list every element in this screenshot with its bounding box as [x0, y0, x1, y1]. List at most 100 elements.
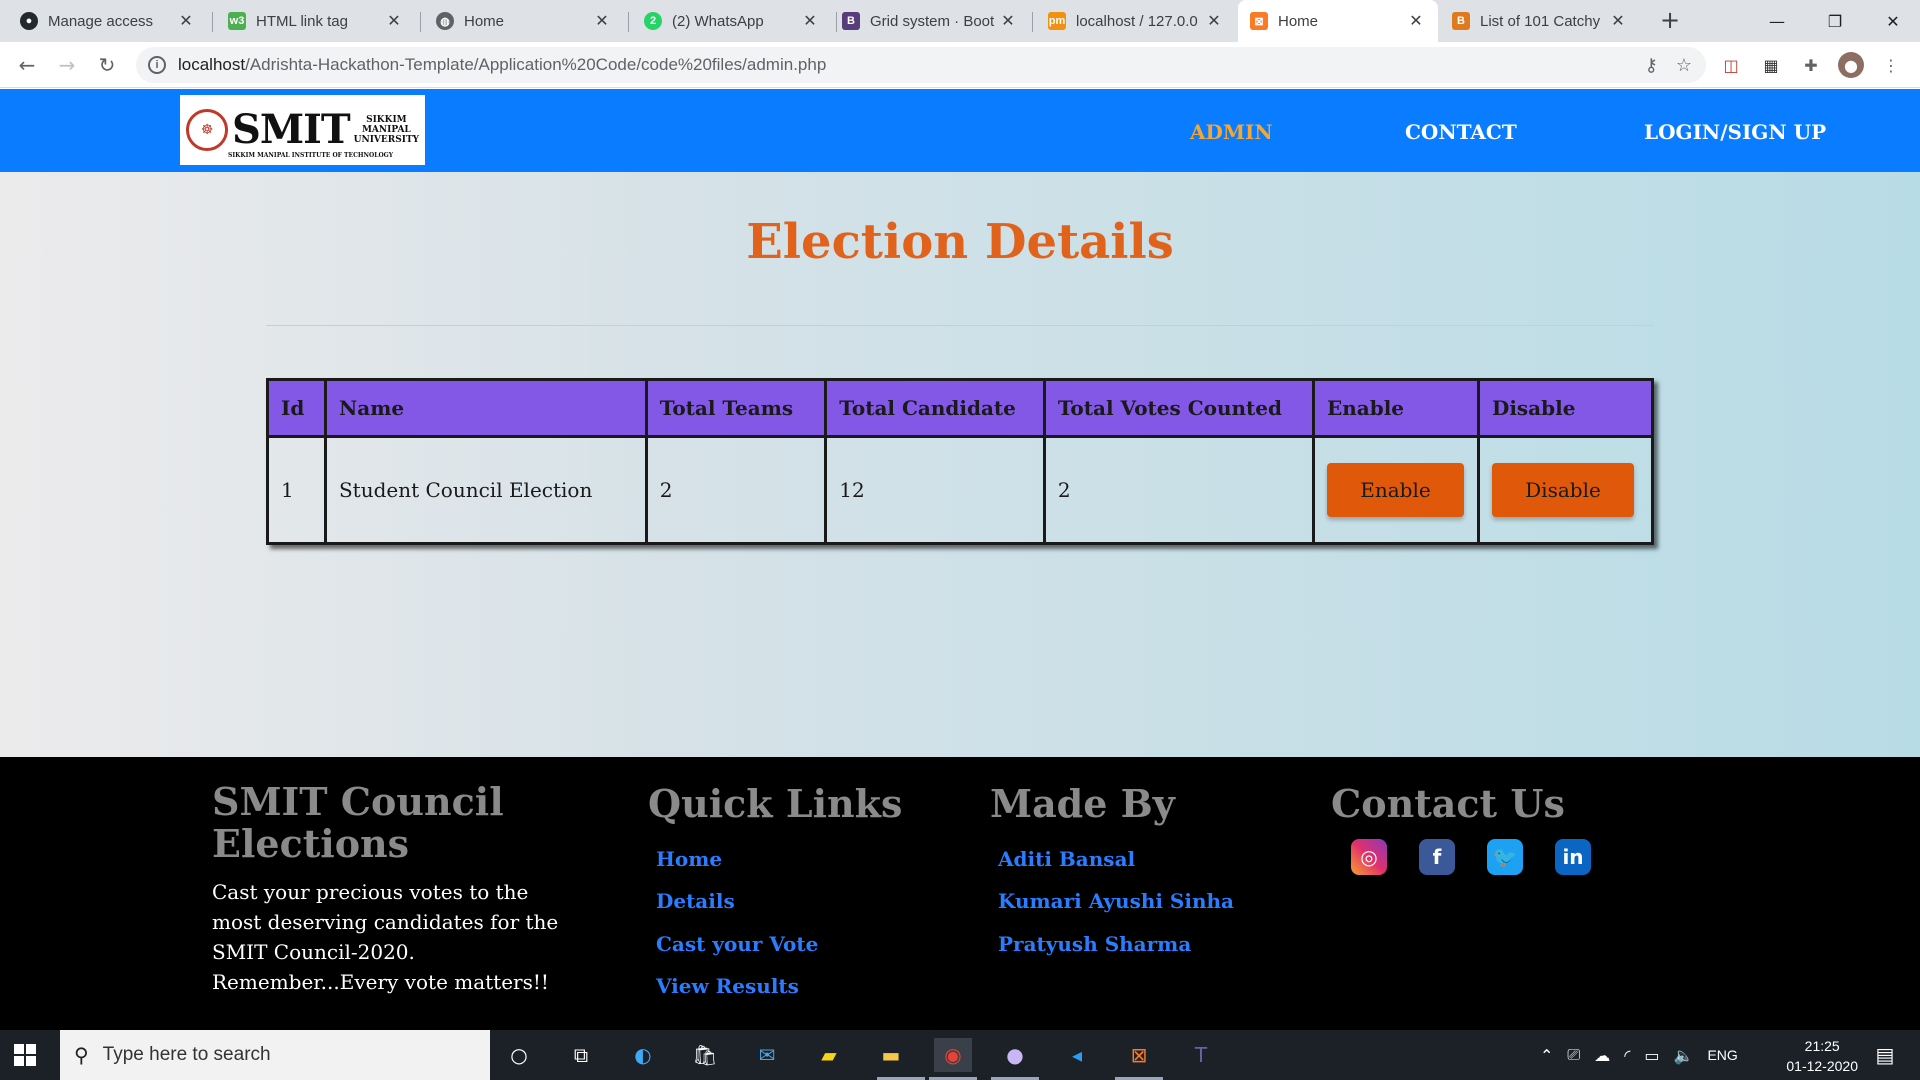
cell-total-votes: 2 [1042, 435, 1315, 545]
cortana-icon[interactable]: ○ [500, 1038, 538, 1072]
facebook-icon[interactable]: f [1419, 839, 1455, 875]
mail-icon[interactable]: ✉ [748, 1038, 786, 1072]
chrome-icon[interactable]: ◉ [934, 1038, 972, 1072]
new-tab-button[interactable]: + [1655, 6, 1685, 36]
close-tab-icon[interactable]: ✕ [1608, 11, 1628, 31]
election-table: Id Name Total Teams Total Candidate Tota… [266, 378, 1655, 545]
github-icon: ● [20, 12, 38, 30]
profile-avatar[interactable]: ● [1838, 52, 1864, 78]
enable-button[interactable]: Enable [1326, 463, 1464, 517]
edge-icon[interactable]: ◐ [624, 1038, 662, 1072]
browser-tab[interactable]: 2 (2) WhatsApp ✕ [632, 0, 832, 42]
footer-maker-link[interactable]: Pratyush Sharma [998, 932, 1191, 956]
smit-logo[interactable]: ☸ SMIT SIKKIM MANIPAL UNIVERSITY SIKKIM … [180, 95, 425, 165]
star-icon[interactable]: ☆ [1676, 55, 1692, 76]
battery-icon[interactable]: ▭ [1644, 1046, 1659, 1065]
notifications-icon[interactable]: ▤ [1866, 1038, 1904, 1072]
footer-contact-heading: Contact Us [1331, 781, 1565, 826]
taskbar-clock[interactable]: 21:25 01-12-2020 [1786, 1036, 1858, 1076]
meet-now-icon[interactable]: ⎚ [1567, 1045, 1580, 1065]
task-view-icon[interactable]: ⧉ [562, 1038, 600, 1072]
footer-quick-links-heading: Quick Links [648, 781, 903, 826]
site-footer: SMIT Council Elections Cast your preciou… [0, 757, 1920, 1030]
footer-link-home[interactable]: Home [656, 847, 722, 871]
twitter-icon[interactable]: 🐦 [1487, 839, 1523, 875]
xampp-icon: ⊠ [1250, 12, 1268, 30]
file-explorer-icon[interactable]: ▬ [872, 1038, 910, 1072]
browser-tab[interactable]: B Grid system · Boot ✕ [830, 0, 1030, 42]
onedrive-icon[interactable]: ☁ [1594, 1046, 1610, 1065]
disable-button[interactable]: Disable [1491, 463, 1634, 517]
instagram-icon[interactable]: ◎ [1351, 839, 1387, 875]
windows-start-icon[interactable] [14, 1044, 36, 1066]
nav-login-signup-link[interactable]: LOGIN/SIGN UP [1644, 120, 1826, 144]
xampp-icon[interactable]: ⊠ [1120, 1038, 1158, 1072]
browser-tab[interactable]: ● Manage access ✕ [8, 0, 208, 42]
close-window-button[interactable]: ✕ [1864, 0, 1920, 42]
wifi-icon[interactable]: ◜ [1624, 1046, 1630, 1065]
footer-about-heading: SMIT Council Elections [212, 779, 504, 866]
extensions-icon[interactable]: ✚ [1798, 52, 1824, 78]
windows-taskbar: ⚲ Type here to search ○ ⧉ ◐ 🛍 ✉ ▰ ▬ ◉ ● … [0, 1030, 1920, 1080]
column-header-enable: Enable [1311, 378, 1480, 438]
column-header-id: Id [266, 378, 327, 438]
close-tab-icon[interactable]: ✕ [176, 11, 196, 31]
address-bar[interactable]: i localhost/Adrishta-Hackathon-Template/… [136, 47, 1706, 83]
forward-button[interactable]: → [52, 50, 82, 80]
key-icon[interactable]: ⚷ [1645, 55, 1658, 76]
column-header-disable: Disable [1476, 378, 1655, 438]
main-content: Election Details Id Name Total Teams Tot… [0, 172, 1920, 757]
footer-link-details[interactable]: Details [656, 889, 735, 913]
browser-tab[interactable]: B List of 101 Catchy ✕ [1440, 0, 1640, 42]
table-row: 1 Student Council Election 2 12 2 Enable… [266, 435, 1655, 545]
vscode-icon[interactable]: ◂ [1058, 1038, 1096, 1072]
reload-button[interactable]: ↻ [92, 50, 122, 80]
browser-tab[interactable]: pm localhost / 127.0.0 ✕ [1036, 0, 1236, 42]
cell-total-candidate: 12 [824, 435, 1046, 545]
taskbar-search-box[interactable]: ⚲ Type here to search [60, 1030, 490, 1080]
close-tab-icon[interactable]: ✕ [1204, 11, 1224, 31]
phpmyadmin-icon: pm [1048, 12, 1066, 30]
chevron-up-icon[interactable]: ⌃ [1540, 1046, 1553, 1065]
close-tab-icon[interactable]: ✕ [384, 11, 404, 31]
pocket-icon[interactable]: ◫ [1718, 52, 1744, 78]
system-tray: ⌃ ⎚ ☁ ◜ ▭ 🔈 ENG [1540, 1030, 1738, 1080]
browser-toolbar: ← → ↻ i localhost/Adrishta-Hackathon-Tem… [0, 42, 1920, 88]
menu-icon[interactable]: ⋮ [1878, 52, 1904, 78]
nav-contact-link[interactable]: CONTACT [1405, 120, 1517, 144]
footer-link-cast-vote[interactable]: Cast your Vote [656, 932, 818, 956]
footer-maker-link[interactable]: Kumari Ayushi Sinha [998, 889, 1234, 913]
volume-icon[interactable]: 🔈 [1674, 1046, 1694, 1065]
browser-tab[interactable]: w3 HTML link tag ✕ [216, 0, 416, 42]
github-desktop-icon[interactable]: ● [996, 1038, 1034, 1072]
footer-link-view-results[interactable]: View Results [656, 974, 799, 998]
browser-tab[interactable]: ◍ Home ✕ [424, 0, 624, 42]
new-extension-icon[interactable]: ▦ [1758, 52, 1784, 78]
site-info-icon[interactable]: i [148, 56, 166, 74]
minimize-button[interactable]: — [1748, 0, 1806, 42]
table-header-row: Id Name Total Teams Total Candidate Tota… [266, 378, 1655, 438]
close-tab-icon[interactable]: ✕ [800, 11, 820, 31]
browser-tab-active[interactable]: ⊠ Home ✕ [1238, 0, 1438, 42]
linkedin-icon[interactable]: in [1555, 839, 1591, 875]
cell-enable: Enable [1311, 435, 1480, 545]
store-icon[interactable]: 🛍 [686, 1038, 724, 1072]
footer-about-text: Cast your precious votes to the most des… [212, 880, 559, 994]
close-tab-icon[interactable]: ✕ [998, 11, 1018, 31]
close-tab-icon[interactable]: ✕ [1406, 11, 1426, 31]
page-title: Election Details [746, 214, 1174, 270]
cell-name: Student Council Election [323, 435, 648, 545]
close-tab-icon[interactable]: ✕ [592, 11, 612, 31]
footer-maker-link[interactable]: Aditi Bansal [998, 847, 1135, 871]
blogger-icon: B [1452, 12, 1470, 30]
bootstrap-icon: B [842, 12, 860, 30]
back-button[interactable]: ← [12, 50, 42, 80]
nav-admin-link[interactable]: ADMIN [1190, 120, 1273, 144]
teams-icon[interactable]: T [1182, 1038, 1220, 1072]
site-navbar: ☸ SMIT SIKKIM MANIPAL UNIVERSITY SIKKIM … [0, 89, 1920, 172]
restore-button[interactable]: ❐ [1806, 0, 1864, 42]
sticky-notes-icon[interactable]: ▰ [810, 1038, 848, 1072]
language-indicator[interactable]: ENG [1707, 1047, 1737, 1063]
globe-icon: ◍ [436, 12, 454, 30]
cell-id: 1 [266, 435, 327, 545]
